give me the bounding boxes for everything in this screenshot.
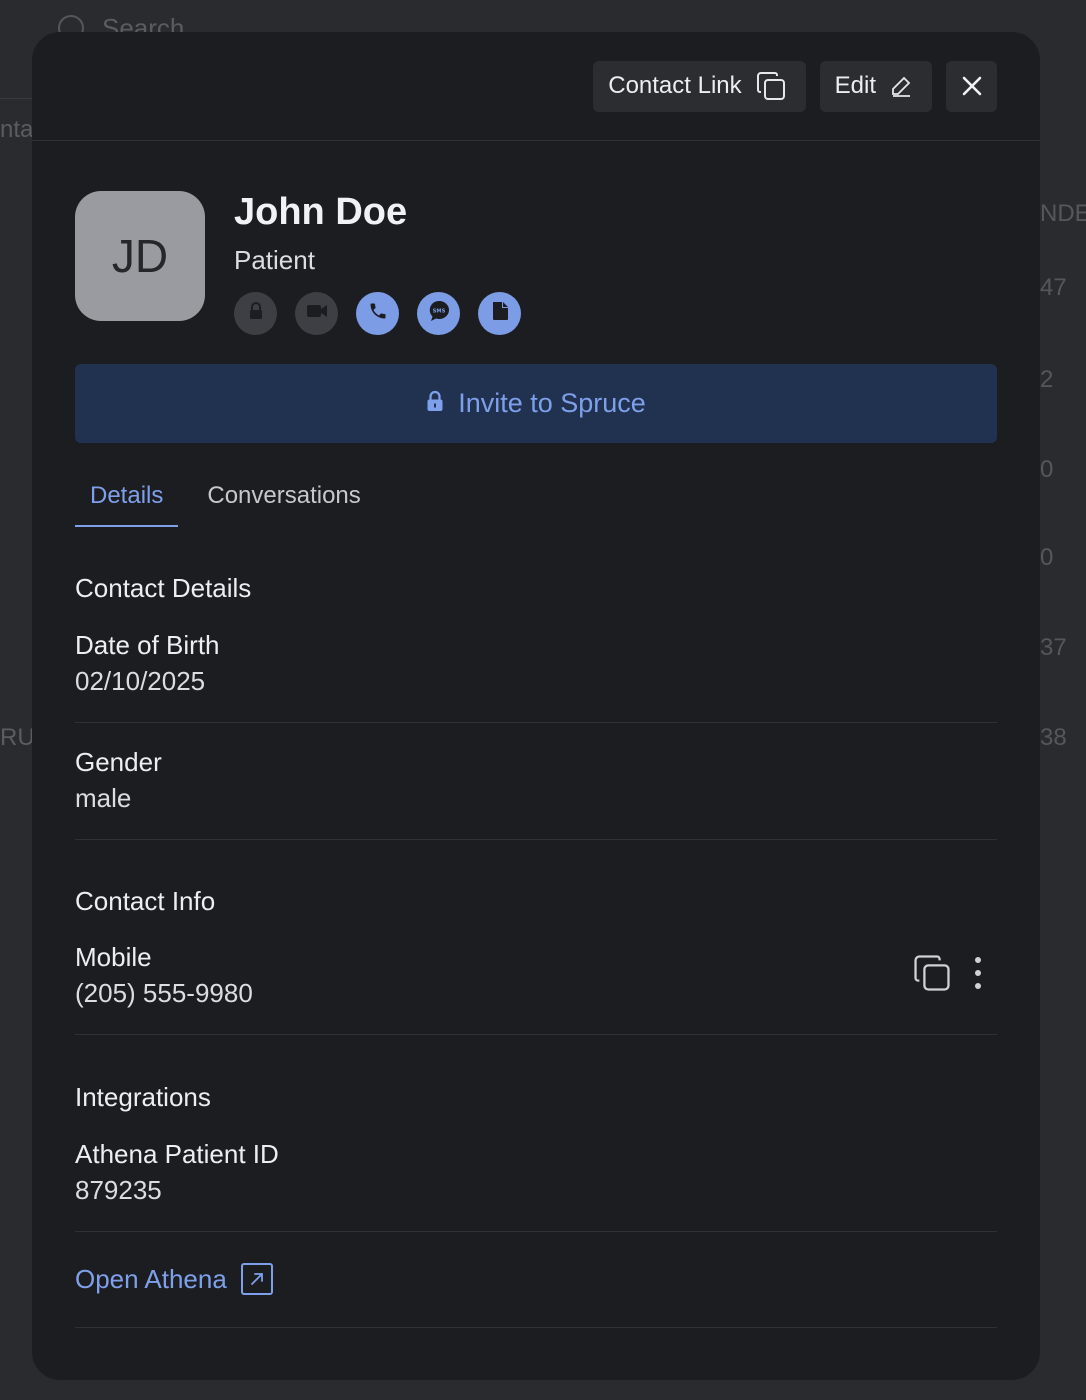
edit-label: Edit — [834, 72, 876, 99]
tab-label: Conversations — [207, 482, 361, 509]
contact-role: Patient — [234, 245, 315, 275]
divider — [75, 722, 997, 723]
copy-icon[interactable] — [913, 954, 951, 997]
background-right-text: NDE — [1040, 200, 1086, 227]
background-left-text: RU — [0, 724, 35, 751]
contact-details-title: Contact Details — [75, 573, 252, 603]
contact-link-label: Contact Link — [608, 72, 742, 99]
video-call-button[interactable] — [295, 292, 338, 335]
divider — [75, 1327, 997, 1328]
modal-header: Contact Link Edit — [32, 32, 1040, 141]
athena-id-value: 879235 — [75, 1175, 162, 1205]
divider — [75, 1034, 997, 1035]
integrations-title: Integrations — [75, 1082, 211, 1112]
contact-info-title: Contact Info — [75, 886, 216, 916]
open-athena-link[interactable]: Open Athena — [75, 1263, 997, 1295]
contact-name: John Doe — [234, 191, 408, 233]
profile-section: JD John Doe Patient SMS — [75, 191, 997, 335]
background-right-text: 0 — [1040, 456, 1054, 483]
external-link-icon — [240, 1263, 273, 1295]
close-icon — [961, 75, 983, 97]
more-options-icon[interactable] — [973, 956, 983, 995]
profile-info: John Doe Patient SMS — [234, 191, 521, 335]
contact-modal: Contact Link Edit JD John Doe Patient SM… — [32, 32, 1040, 1380]
phone-call-button[interactable] — [356, 292, 399, 335]
mobile-field: Mobile (205) 555-9980 — [75, 942, 253, 1009]
contact-link-button[interactable]: Contact Link — [593, 60, 806, 112]
background-right-text: 0 — [1040, 544, 1054, 571]
sms-icon: SMS — [427, 299, 451, 328]
gender-label: Gender — [75, 747, 162, 777]
athena-id-field: Athena Patient ID 879235 — [75, 1139, 997, 1206]
background-right-text: 2 — [1040, 366, 1054, 393]
modal-content: JD John Doe Patient SMS Invite to Spruce… — [32, 191, 1040, 1328]
mobile-row: Mobile (205) 555-9980 — [75, 942, 997, 1009]
mobile-value: (205) 555-9980 — [75, 978, 253, 1008]
background-left-text: nta — [0, 116, 34, 143]
dob-value: 02/10/2025 — [75, 666, 206, 696]
avatar-initials: JD — [111, 230, 169, 282]
video-icon — [306, 303, 328, 324]
open-athena-label: Open Athena — [75, 1263, 227, 1294]
background-right-text: 37 — [1040, 634, 1067, 661]
gender-field: Gender male — [75, 747, 997, 814]
sms-button[interactable]: SMS — [417, 292, 460, 335]
phone-icon — [368, 301, 388, 326]
tab-bar: Details Conversations — [75, 478, 997, 527]
divider — [75, 839, 997, 840]
contact-actions: SMS — [234, 292, 521, 335]
dob-label: Date of Birth — [75, 630, 220, 660]
athena-id-label: Athena Patient ID — [75, 1139, 279, 1169]
document-icon — [491, 301, 509, 326]
invite-button[interactable]: Invite to Spruce — [75, 364, 997, 443]
gender-value: male — [75, 783, 132, 813]
tab-label: Details — [90, 482, 164, 509]
divider — [75, 1231, 997, 1232]
lock-icon — [248, 302, 264, 325]
tab-conversations[interactable]: Conversations — [192, 478, 375, 527]
background-right-text: 38 — [1040, 724, 1067, 751]
invite-label: Invite to Spruce — [458, 388, 646, 418]
lock-icon — [426, 388, 444, 419]
dob-field: Date of Birth 02/10/2025 — [75, 630, 997, 697]
copy-icon — [756, 71, 786, 101]
avatar: JD — [75, 191, 205, 321]
edit-button[interactable]: Edit — [819, 60, 932, 112]
tab-details[interactable]: Details — [75, 478, 179, 527]
svg-text:SMS: SMS — [432, 309, 445, 315]
secure-message-button[interactable] — [234, 292, 277, 335]
mobile-label: Mobile — [75, 942, 152, 972]
mobile-actions — [913, 954, 997, 997]
fax-document-button[interactable] — [478, 292, 521, 335]
close-button[interactable] — [946, 60, 997, 112]
background-right-text: 47 — [1040, 274, 1067, 301]
pencil-icon — [890, 75, 912, 97]
